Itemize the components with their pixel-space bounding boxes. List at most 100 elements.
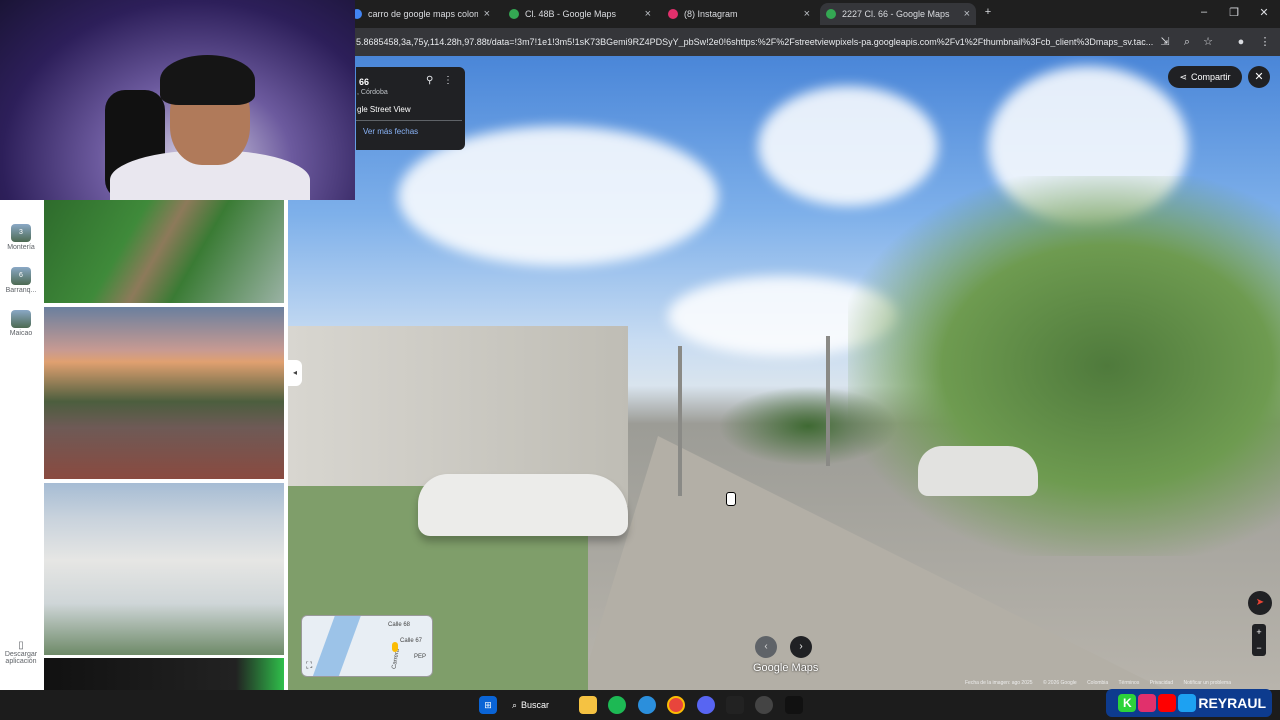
parked-car	[418, 474, 628, 536]
address-title: 66	[359, 77, 370, 87]
tab-maps-cl48b[interactable]: Cl. 48B - Google Maps ×	[503, 3, 657, 25]
close-icon[interactable]: ×	[804, 8, 810, 20]
phone-icon: ▯	[18, 640, 24, 651]
tab-maps-cl66[interactable]: 2227 Cl. 66 - Google Maps ×	[820, 3, 976, 25]
report-link[interactable]: Notificar un problema	[1183, 680, 1231, 686]
place-thumbnail: 3	[11, 224, 31, 242]
close-icon[interactable]: ×	[645, 8, 651, 20]
location-pin-icon[interactable]: ⚲	[426, 75, 433, 86]
maps-pin-icon	[826, 9, 836, 19]
windows-start-icon[interactable]: ⊞	[479, 696, 497, 714]
share-label: Compartir	[1191, 72, 1231, 82]
youtube-icon	[1158, 694, 1177, 712]
bookmark-star-icon[interactable]: ☆	[1201, 35, 1215, 49]
photo-river-aerial[interactable]	[44, 200, 284, 303]
chrome-icon[interactable]	[667, 696, 685, 714]
search-label: Buscar	[521, 700, 550, 710]
place-thumbnail	[11, 310, 31, 328]
close-street-view-button[interactable]: ✕	[1248, 66, 1270, 88]
place-label: Barranq...	[5, 287, 37, 294]
window-close-button[interactable]: ✕	[1254, 6, 1274, 19]
terms-link[interactable]: Términos	[1119, 680, 1140, 686]
tab-label: carro de google maps colombia	[368, 9, 478, 19]
address-place: , Córdoba	[357, 89, 388, 96]
install-app-icon[interactable]: ⇲	[1158, 35, 1172, 49]
tiktok-icon[interactable]	[785, 696, 803, 714]
download-label: Descargar aplicación	[4, 651, 38, 665]
minimap-river	[309, 616, 361, 676]
street-view-panorama[interactable]	[288, 56, 1280, 690]
zoom-in-icon[interactable]: +	[1252, 624, 1266, 640]
parked-car	[918, 446, 1038, 496]
minimize-button[interactable]: –	[1194, 6, 1214, 18]
taskbar-search[interactable]: ⌕ Buscar	[512, 696, 549, 714]
share-icon: ⋖	[1179, 71, 1188, 82]
recent-place-monteria[interactable]: 3 Montería	[0, 224, 42, 251]
place-label: Maicao	[9, 330, 33, 337]
place-label: Montería	[7, 244, 35, 251]
tab-instagram[interactable]: (8) Instagram ×	[662, 3, 816, 25]
photo-city-buildings[interactable]	[44, 483, 284, 655]
streamer-brand-badge: K REYRAUL	[1106, 689, 1272, 717]
imagery-source: gle Street View	[357, 105, 411, 114]
instagram-icon	[668, 9, 678, 19]
recent-place-maicao[interactable]: Maicao	[0, 310, 42, 337]
place-thumbnail: 6	[11, 267, 31, 285]
utility-pole	[826, 336, 830, 466]
new-tab-button[interactable]: +	[978, 6, 998, 18]
tab-label: 2227 Cl. 66 - Google Maps	[842, 9, 950, 19]
maps-pin-icon	[509, 9, 519, 19]
webcam-overlay	[0, 0, 355, 200]
file-explorer-icon[interactable]	[579, 696, 597, 714]
divider	[356, 120, 462, 121]
privacy-link[interactable]: Privacidad	[1150, 680, 1173, 686]
brand-name: REYRAUL	[1198, 695, 1266, 711]
twitter-icon	[1178, 694, 1197, 712]
utility-pole	[678, 346, 682, 496]
tab-label: (8) Instagram	[684, 9, 738, 19]
next-image-button[interactable]: ›	[790, 636, 812, 658]
kick-icon: K	[1118, 694, 1137, 712]
tab-search-carro[interactable]: carro de google maps colombia ×	[346, 3, 496, 25]
pegman-icon	[392, 642, 398, 652]
zoom-icon[interactable]: ⌕	[1180, 35, 1194, 49]
settings-icon[interactable]	[755, 696, 773, 714]
expand-icon[interactable]: ⛶	[306, 660, 312, 671]
close-icon[interactable]: ×	[964, 8, 970, 20]
terminal-icon[interactable]	[726, 696, 744, 714]
mouse-cursor	[726, 492, 736, 506]
minimap-street-label: Calle 68	[388, 622, 411, 628]
previous-image-button[interactable]: ‹	[755, 636, 777, 658]
collapse-panel-button[interactable]: ◂	[288, 360, 302, 386]
share-button[interactable]: ⋖ Compartir	[1168, 66, 1242, 88]
google-maps-logo: Google Maps	[753, 662, 819, 674]
close-icon[interactable]: ×	[484, 8, 490, 20]
restore-button[interactable]: ❐	[1224, 6, 1244, 19]
more-dates-link[interactable]: Ver más fechas	[363, 127, 418, 136]
image-date: Fecha de la imagen: ago 2025	[965, 680, 1033, 686]
tab-label: Cl. 48B - Google Maps	[525, 9, 617, 19]
map-footer: Fecha de la imagen: ago 2025 © 2026 Goog…	[965, 680, 1240, 686]
discord-icon[interactable]	[697, 696, 715, 714]
recent-place-barranquilla[interactable]: 6 Barranq...	[0, 267, 42, 294]
photo-river-sunset[interactable]	[44, 307, 284, 479]
browser-menu-icon[interactable]: ⋮	[1258, 35, 1272, 49]
country-link[interactable]: Colombia	[1087, 680, 1108, 686]
minimap-street-label: Calle 67	[400, 638, 423, 644]
search-icon: ⌕	[512, 699, 518, 710]
more-options-icon[interactable]: ⋮	[443, 75, 453, 86]
road	[578, 436, 1178, 690]
minimap-place-label: PEP	[414, 654, 427, 660]
instagram-icon	[1138, 694, 1157, 712]
download-app-button[interactable]: ▯ Descargar aplicación	[0, 640, 42, 665]
compass-icon[interactable]: ➤	[1248, 591, 1272, 615]
zoom-out-icon[interactable]: −	[1252, 640, 1266, 656]
url-text[interactable]: 5.8685458,3a,75y,114.28h,97.88t/data=!3m…	[356, 37, 1156, 47]
minimap[interactable]: Calle 68 Calle 67 Carrera PEP ⛶	[301, 615, 433, 677]
spotify-icon[interactable]	[608, 696, 626, 714]
edge-icon[interactable]	[638, 696, 656, 714]
zoom-controls[interactable]: + −	[1252, 624, 1266, 656]
profile-avatar[interactable]: ●	[1234, 35, 1248, 49]
photo-dark[interactable]	[44, 658, 284, 690]
person-cap	[160, 55, 255, 105]
